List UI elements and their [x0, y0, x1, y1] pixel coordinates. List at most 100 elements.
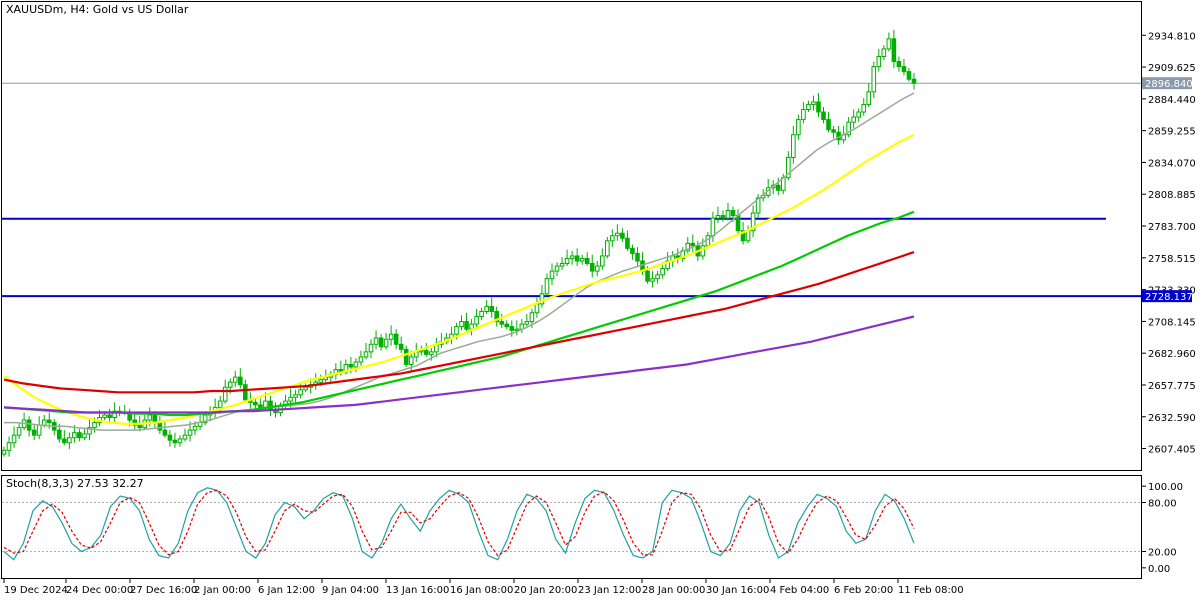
candle-bearish — [509, 326, 515, 331]
candle-bullish — [318, 379, 324, 383]
time-tick-label: 4 Feb 04:00 — [770, 585, 829, 596]
candle-bullish — [715, 215, 721, 219]
candle-bullish — [363, 351, 369, 358]
time-tick-label: 2 Jan 00:00 — [194, 585, 251, 596]
candle-bullish — [102, 414, 107, 419]
price-tick-label: 2657.775 — [1148, 381, 1196, 392]
candle-bullish — [474, 316, 479, 325]
candle-bullish — [559, 263, 565, 267]
candle-bearish — [57, 429, 62, 440]
chart-title: XAUUSDm, H4: Gold vs US Dollar — [6, 3, 189, 16]
time-tick-label: 30 Jan 16:00 — [706, 585, 769, 596]
candle-bullish — [232, 376, 238, 383]
candle-bearish — [775, 184, 781, 191]
candle-bullish — [72, 432, 77, 439]
candle-bullish — [288, 396, 293, 402]
candle-bearish — [398, 343, 404, 350]
candle-bearish — [46, 419, 52, 424]
candle-bearish — [826, 119, 831, 131]
candle-bearish — [574, 255, 580, 262]
candle-bullish — [92, 422, 97, 429]
candle-bullish — [67, 437, 72, 444]
stochastic-tick-label: 20.00 — [1148, 548, 1177, 559]
candle-bearish — [77, 432, 82, 439]
candle-bearish — [625, 237, 630, 249]
candle-bearish — [31, 429, 37, 436]
candle-bullish — [886, 38, 892, 50]
candle-bullish — [459, 321, 464, 328]
candle-bearish — [137, 424, 143, 429]
candle-bearish — [157, 422, 163, 431]
candle-bullish — [484, 305, 489, 312]
candle-bearish — [589, 263, 595, 272]
candle-bullish — [147, 414, 153, 421]
stochastic-pane: Stoch(8,3,3) 27.53 32.27 100.00 80.00 20.0… — [1, 475, 1183, 579]
time-tick-label: 24 Dec 00:00 — [66, 585, 133, 596]
candle-bearish — [906, 71, 912, 80]
candle-bearish — [393, 333, 399, 345]
candle-bullish — [514, 328, 520, 331]
candle-bullish — [41, 419, 47, 426]
candle-bullish — [6, 442, 12, 451]
candle-bearish — [911, 78, 917, 84]
candle-bearish — [107, 414, 112, 419]
candle-bearish — [403, 348, 409, 365]
candle-bearish — [816, 101, 821, 113]
candle-bearish — [268, 400, 273, 411]
candle-bullish — [368, 343, 374, 353]
candle-bearish — [62, 438, 67, 444]
candle-bullish — [791, 134, 796, 158]
candle-bearish — [504, 323, 510, 328]
candle-bullish — [383, 338, 389, 348]
candle-bullish — [298, 389, 303, 396]
candle-bullish — [263, 400, 268, 408]
candle-bullish — [866, 91, 872, 105]
candle-bullish — [554, 265, 560, 272]
price-tick-label: 2758.515 — [1148, 254, 1196, 265]
candle-bullish — [293, 394, 298, 398]
candle-bearish — [172, 439, 178, 444]
candle-bearish — [901, 66, 907, 73]
candle-bullish — [801, 109, 806, 121]
candle-bullish — [479, 310, 484, 318]
stochastic-tick-label: 0.00 — [1148, 564, 1170, 575]
chart-canvas: XAUUSDm, H4: Gold vs US Dollar 2934.810 2… — [1, 1, 1196, 596]
candle-bullish — [177, 438, 183, 444]
price-pane-border — [1, 1, 1142, 471]
candle-bearish — [735, 215, 741, 232]
stochastic-tick-label: 80.00 — [1148, 499, 1177, 510]
time-tick-label: 13 Jan 16:00 — [386, 585, 449, 596]
candle-bearish — [237, 376, 243, 386]
candle-bearish — [378, 337, 384, 348]
candle-bullish — [569, 255, 575, 259]
candle-bullish — [187, 429, 193, 436]
price-tick-label: 2708.145 — [1148, 317, 1196, 328]
candle-bearish — [167, 434, 173, 441]
price-tick-label: 2934.810 — [1148, 31, 1196, 42]
candle-bullish — [408, 356, 414, 365]
candle-bullish — [82, 433, 87, 439]
time-tick-label: 23 Jan 12:00 — [578, 585, 641, 596]
stochastic-pane-border — [1, 475, 1142, 579]
candle-bullish — [549, 270, 555, 280]
candle-bullish — [725, 209, 731, 219]
stochastic-axis: 100.00 80.00 20.00 0.00 — [1141, 482, 1183, 575]
stochastic-tick-label: 100.00 — [1148, 482, 1183, 493]
candle-bearish — [630, 247, 635, 254]
candle-bearish — [690, 242, 696, 247]
candle-bearish — [243, 384, 248, 401]
candle-bullish — [811, 101, 816, 105]
candle-bullish — [564, 257, 570, 265]
candle-bullish — [615, 232, 620, 237]
candle-bullish — [16, 427, 22, 436]
price-tick-label: 2909.625 — [1148, 63, 1196, 74]
candle-bullish — [605, 240, 610, 257]
candle-bearish — [896, 61, 902, 68]
candle-bearish — [720, 215, 726, 219]
candle-bullish — [876, 55, 882, 68]
candle-bullish — [544, 278, 550, 295]
price-tick-label: 2607.405 — [1148, 445, 1196, 456]
time-tick-label: 6 Feb 20:00 — [834, 585, 893, 596]
candle-bearish — [584, 257, 590, 265]
time-tick-label: 16 Jan 08:00 — [450, 585, 513, 596]
